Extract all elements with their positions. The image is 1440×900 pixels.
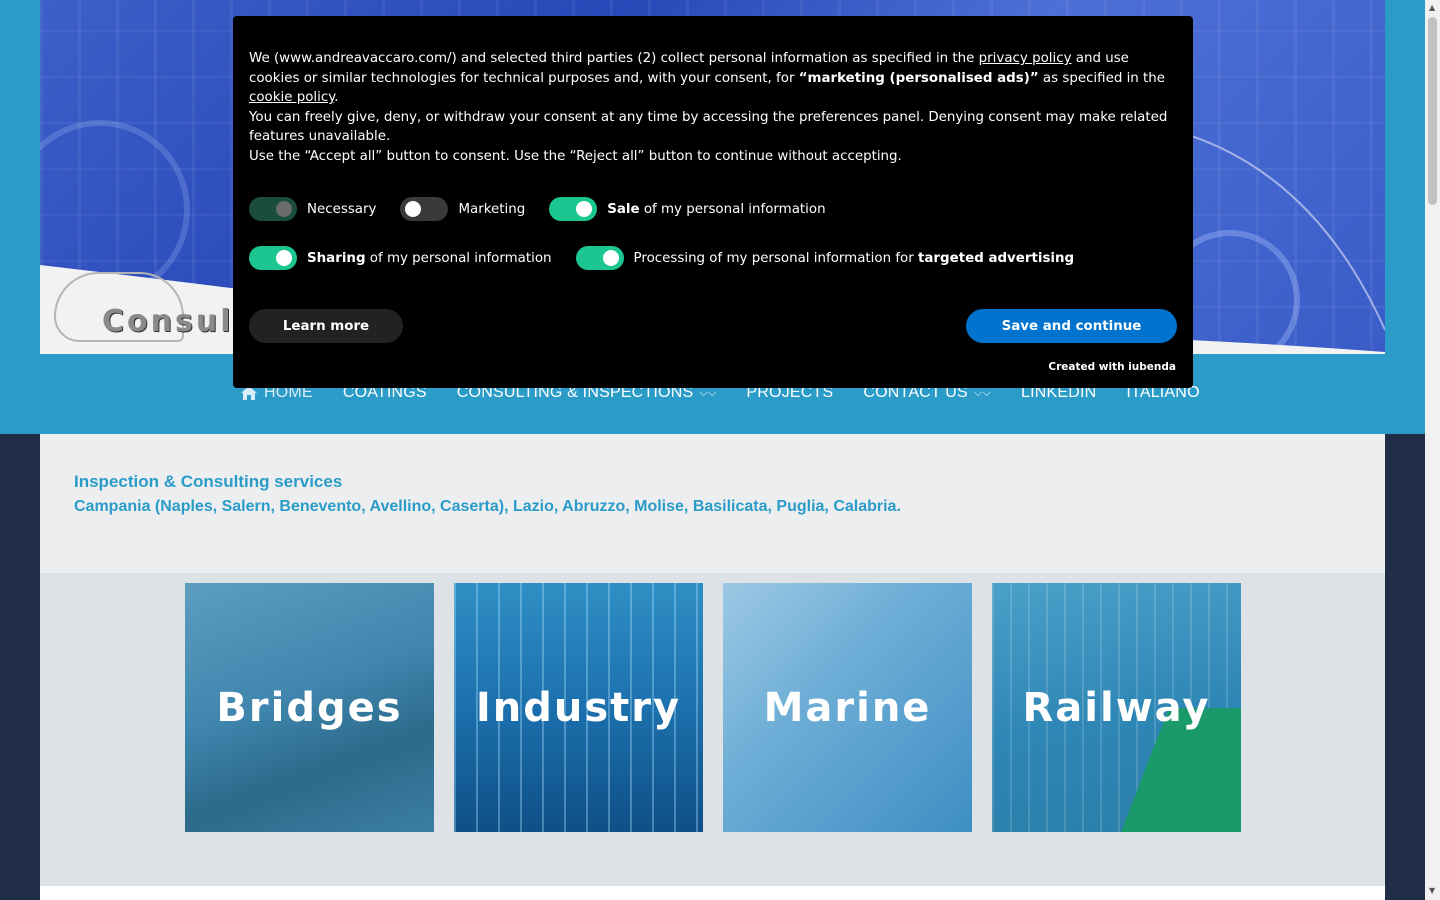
marketing-switch[interactable] [400, 197, 449, 221]
sale-switch[interactable] [549, 197, 598, 221]
targeted-advertising-switch[interactable] [575, 246, 624, 270]
save-and-continue-button[interactable]: Save and continue [966, 309, 1177, 343]
consent-toggles-row-2: Sharing of my personal information Proce… [249, 246, 1098, 270]
accept-reject-info-text: Use the “Accept all” button to consent. … [249, 148, 902, 164]
cookie-notice-text: We (www.andreavaccaro.com/) and selected… [249, 49, 1179, 166]
tile-railway[interactable]: Railway [992, 583, 1241, 832]
toggle-label: Processing of my personal information fo… [633, 250, 1075, 266]
toggle-label: Marketing [458, 201, 526, 217]
cookie-consent-banner: We (www.andreavaccaro.com/) and selected… [233, 16, 1193, 388]
intro-title: Inspection & Consulting services [74, 472, 343, 491]
tile-label: Bridges [216, 684, 403, 731]
sector-tiles: Bridges Industry Marine Railway [40, 573, 1385, 886]
necessary-switch [249, 197, 297, 221]
toggle-marketing[interactable]: Marketing [400, 197, 525, 221]
cookie-text-part: . [334, 90, 339, 105]
cookie-policy-link[interactable]: cookie policy [249, 90, 334, 105]
toggle-sale[interactable]: Sale of my personal information [549, 197, 826, 221]
scroll-up-arrow-icon[interactable]: ▲ [1429, 3, 1435, 12]
consent-toggles-row-1: Necessary Marketing Sale of my personal … [249, 197, 850, 221]
scrollbar-thumb[interactable] [1428, 17, 1437, 205]
toggle-sharing[interactable]: Sharing of my personal information [249, 246, 552, 270]
cookie-text-part: We (www.andreavaccaro.com/) and selected… [249, 51, 979, 66]
privacy-policy-link[interactable]: privacy policy [979, 51, 1072, 66]
toggle-label: Sale of my personal information [607, 201, 826, 217]
chevron-down-icon: ⌵⌵ [973, 386, 991, 399]
toggle-label: Sharing of my personal information [307, 250, 552, 266]
toggle-necessary: Necessary [249, 197, 376, 221]
tile-marine[interactable]: Marine [723, 583, 972, 832]
cookie-text-part: as specified in the [1038, 70, 1166, 86]
scroll-down-arrow-icon[interactable]: ▼ [1429, 886, 1435, 895]
sharing-switch[interactable] [249, 246, 297, 270]
consent-info-text: You can freely give, deny, or withdraw y… [249, 109, 1168, 145]
next-section-edge [40, 886, 1385, 900]
tile-label: Marine [763, 684, 932, 731]
page-scrollbar[interactable]: ▲ ▼ [1425, 0, 1440, 900]
marketing-purpose-text: “marketing (personalised ads)” [798, 70, 1039, 86]
iubenda-credit-link[interactable]: Created with iubenda [1048, 361, 1176, 373]
chevron-down-icon: ⌵⌵ [699, 386, 717, 399]
site-logo[interactable]: Consult [52, 268, 252, 348]
toggle-label: Necessary [307, 201, 377, 217]
tile-industry[interactable]: Industry [454, 583, 703, 832]
tile-label: Industry [475, 684, 682, 731]
tile-bridges[interactable]: Bridges [185, 583, 434, 832]
service-regions: Campania (Naples, Salern, Benevento, Ave… [74, 498, 901, 515]
logo-text: Consult [102, 304, 251, 339]
tile-label: Railway [1022, 684, 1211, 731]
learn-more-button[interactable]: Learn more [249, 309, 403, 343]
toggle-targeted-advertising[interactable]: Processing of my personal information fo… [575, 246, 1075, 270]
intro-section: Inspection & Consulting services Campani… [40, 434, 1385, 573]
